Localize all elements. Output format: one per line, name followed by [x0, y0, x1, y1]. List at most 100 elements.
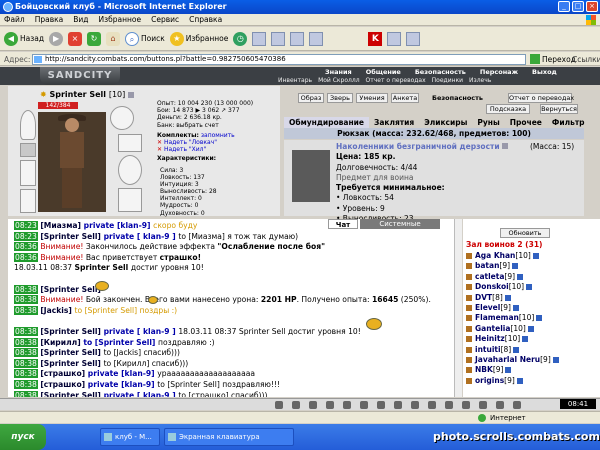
item-info-icon[interactable] [502, 143, 509, 149]
private-message-icon[interactable] [466, 336, 472, 343]
subnav-inventory[interactable]: Инвентарь [278, 77, 312, 84]
character-name[interactable]: ✸ Sprinter Sell [10] [40, 90, 135, 99]
private-message-icon[interactable] [466, 325, 472, 332]
user-name[interactable]: NBK [475, 365, 493, 374]
chat-private-tag[interactable]: private [ klan-9 ] [104, 391, 179, 398]
tab-equipment[interactable]: Обмундирование [284, 117, 369, 128]
user-list-item[interactable]: Donskoi[10] [466, 282, 559, 292]
action-icon[interactable] [445, 401, 453, 409]
user-info-icon[interactable] [512, 263, 519, 270]
action-icon[interactable] [462, 401, 470, 409]
chat-sender[interactable]: [Sprinter Sell] [40, 348, 103, 357]
chat-scrollbar[interactable] [454, 219, 462, 397]
maximize-button[interactable]: □ [572, 1, 584, 12]
action-icon[interactable] [309, 401, 317, 409]
action-icon[interactable] [428, 401, 436, 409]
user-list-item[interactable]: Elevel[9] [466, 303, 559, 313]
action-icon[interactable] [292, 401, 300, 409]
favorites-button[interactable]: ★ Избранное [169, 31, 228, 46]
notes-button[interactable] [309, 31, 324, 46]
user-name[interactable]: Elevel [475, 303, 500, 312]
user-list-item[interactable]: intuiti[8] [466, 345, 559, 355]
user-info-icon[interactable] [522, 336, 529, 343]
user-list-item[interactable]: DVT[8] [466, 293, 559, 303]
menu-favorites[interactable]: Избранное [99, 15, 142, 24]
chat-sender[interactable]: [Sprinter Sell] [40, 285, 101, 294]
chat-timestamp[interactable]: 08:23 [14, 231, 38, 241]
user-info-icon[interactable] [532, 253, 539, 259]
weapon-slot[interactable] [20, 160, 36, 186]
stat-bank[interactable]: Банк: выбрать счет [157, 122, 253, 129]
action-icon[interactable] [377, 401, 385, 409]
sets-remember-link[interactable]: запомнить [201, 132, 235, 139]
print-button[interactable] [271, 31, 286, 46]
private-message-icon[interactable] [466, 315, 472, 322]
subnav-heal[interactable]: Излечь [469, 77, 491, 84]
tab-spells[interactable]: Заклятия [369, 117, 419, 128]
gloves-slot[interactable] [118, 134, 142, 152]
private-message-icon[interactable] [466, 253, 472, 259]
chat-timestamp[interactable]: 08:38 [14, 390, 38, 397]
window-title-bar[interactable]: Бойцовский клуб - Microsoft Internet Exp… [0, 0, 600, 14]
private-message-icon[interactable] [466, 263, 472, 270]
user-name[interactable]: Flameman [475, 313, 519, 322]
action-icon[interactable] [275, 401, 283, 409]
chat-sender[interactable]: [Sprinter Sell] [40, 391, 103, 398]
user-info-icon[interactable] [526, 284, 533, 291]
nav-knowledge[interactable]: Знания [325, 68, 352, 76]
tab-chat[interactable]: Чат [328, 219, 358, 229]
action-icon[interactable] [394, 401, 402, 409]
chat-timestamp[interactable]: 08:38 [14, 358, 38, 368]
user-list-item[interactable]: batan[9] [466, 261, 559, 271]
helmet-slot[interactable] [20, 110, 36, 140]
chat-timestamp[interactable]: 08:38 [14, 326, 38, 336]
action-icon[interactable] [496, 401, 504, 409]
menu-view[interactable]: Вид [73, 15, 88, 24]
user-info-icon[interactable] [513, 346, 520, 353]
home-button[interactable]: ⌂ [106, 31, 121, 46]
user-info-icon[interactable] [552, 357, 559, 364]
user-name[interactable]: DVT [475, 293, 492, 302]
private-message-icon[interactable] [466, 377, 472, 384]
nav-exit[interactable]: Выход [532, 68, 557, 76]
address-input[interactable]: http://sandcity.combats.com/buttons.pl?b… [32, 54, 526, 65]
tab-system-messages[interactable]: Системные сообщения [360, 219, 440, 238]
ring-slot-1[interactable] [110, 106, 134, 130]
tab-filter[interactable]: Фильтр [547, 117, 590, 128]
private-message-icon[interactable] [466, 367, 472, 374]
transfer-report-button[interactable]: Отчет о переводах [508, 93, 574, 103]
chat-timestamp[interactable]: 08:38 [14, 369, 38, 379]
hint-button[interactable]: Подсказка [486, 104, 530, 114]
dress-set-1-link[interactable]: ✕ Надеть "Ловкач" [157, 139, 235, 146]
action-icon[interactable] [343, 401, 351, 409]
private-message-icon[interactable] [466, 357, 472, 364]
private-message-icon[interactable] [466, 273, 472, 280]
kneepads-item-icon[interactable] [292, 150, 330, 202]
user-list-item[interactable]: NBK[9] [466, 365, 559, 375]
subnav-transfers[interactable]: Отчет о переводах [366, 77, 426, 84]
taskbar-item-club[interactable]: клуб - M... [100, 428, 160, 446]
obraz-button[interactable]: Образ [298, 93, 324, 103]
security-label[interactable]: Безопасность [432, 93, 486, 103]
private-message-icon[interactable] [466, 294, 472, 301]
subnav-scroll[interactable]: Мой Скроллл [318, 77, 359, 84]
item-title-link[interactable]: Наколенники безграничной дерзости [336, 142, 500, 151]
zver-button[interactable]: Зверь [327, 93, 353, 103]
nav-communication[interactable]: Общение [366, 68, 401, 76]
user-list-item[interactable]: Heinitz[10] [466, 334, 559, 344]
refresh-button[interactable]: ↻ [87, 31, 102, 46]
nav-character[interactable]: Персонаж [480, 68, 518, 76]
tab-runes[interactable]: Руны [472, 117, 504, 128]
user-name[interactable]: Javaharlal Neru [475, 355, 540, 364]
taskbar-item-keyboard[interactable]: Экранная клавиатура [164, 428, 294, 446]
chat-private-tag[interactable]: private [ klan-9 ] [104, 232, 179, 241]
chat-private-tag[interactable]: private [klan-9] [88, 380, 158, 389]
chat-sender[interactable]: [Sprinter Sell] [40, 232, 103, 241]
character-figure[interactable] [38, 112, 106, 212]
history-button[interactable]: ◷ [233, 31, 248, 46]
tab-other[interactable]: Прочее [505, 117, 547, 128]
chat-timestamp[interactable]: 08:38 [14, 295, 38, 305]
user-list-item[interactable]: catleta[9] [466, 272, 559, 282]
private-message-icon[interactable] [466, 284, 472, 291]
user-info-icon[interactable] [517, 273, 524, 280]
